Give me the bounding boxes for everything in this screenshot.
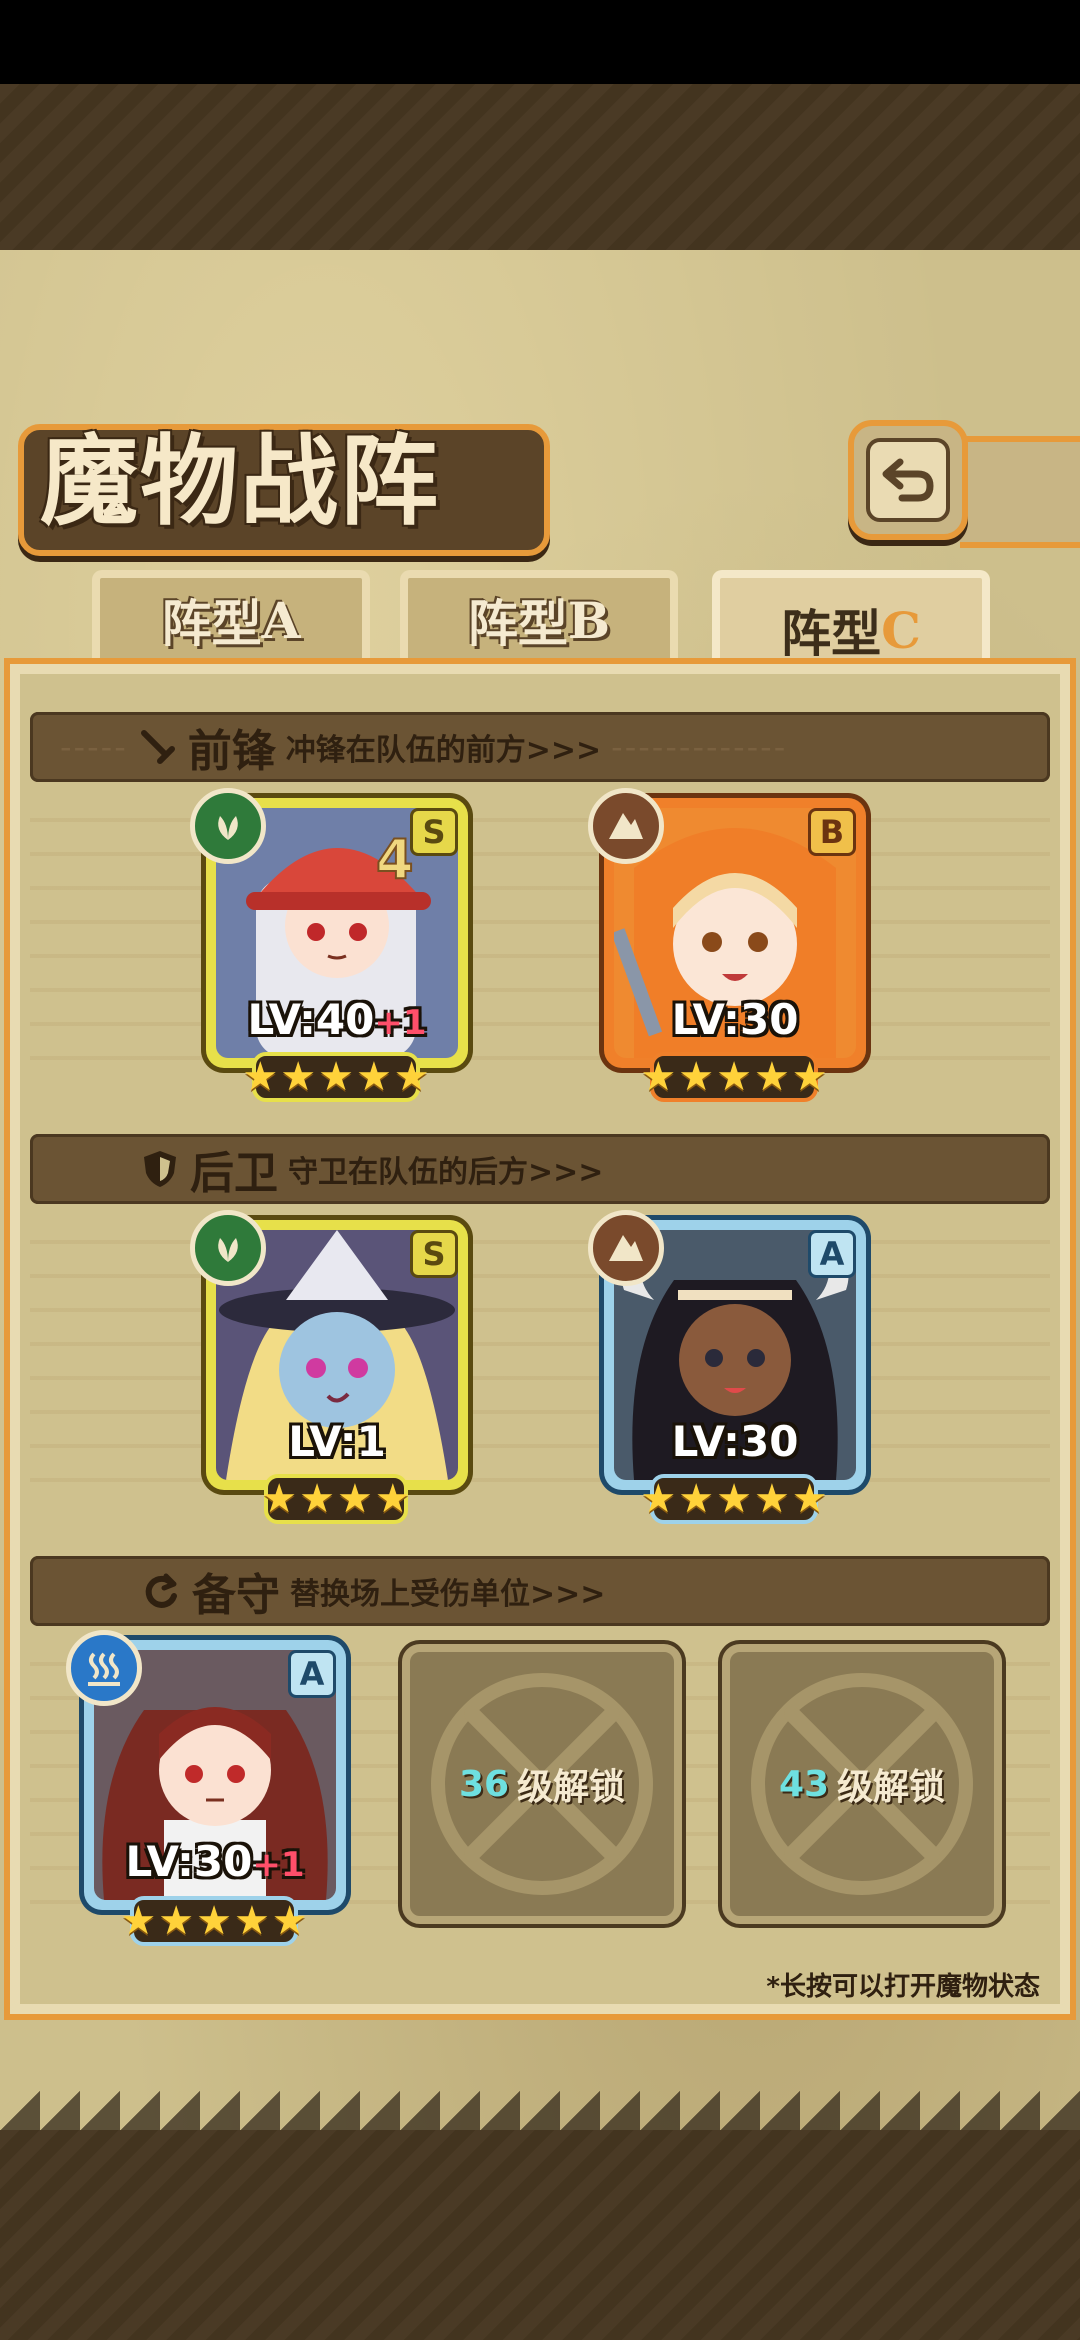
reserve-section-label: 备守 替换场上受伤单位>>> — [140, 1556, 605, 1626]
unit-level: LV:30 — [604, 995, 866, 1044]
star-icon: ★ — [753, 1054, 790, 1100]
star-icon: ★ — [678, 1054, 715, 1100]
level-value: LV:1 — [288, 1417, 386, 1466]
star-icon: ★ — [299, 1476, 335, 1522]
star-icon: ★ — [716, 1054, 752, 1100]
leaf-element-badge — [190, 788, 266, 864]
reserve-title: 备守 — [192, 1570, 280, 1621]
star-icon: ★ — [337, 1476, 373, 1522]
level-value: LV:40 — [247, 995, 375, 1044]
unit-level: LV:30 — [604, 1417, 866, 1466]
leaf-icon — [218, 816, 238, 840]
sword-icon — [140, 730, 175, 764]
tab-label: 阵型 — [467, 594, 568, 653]
star-icon: ★ — [271, 1898, 308, 1944]
unit-level: LV:30+1 — [84, 1837, 346, 1886]
star-icon: ★ — [640, 1054, 677, 1100]
star-rating: ★ ★ ★ ★ ★ — [640, 1474, 828, 1524]
locked-slot-2[interactable]: 43 级解锁 — [722, 1644, 1002, 1924]
leaf-element-badge — [190, 1210, 266, 1286]
background-bottom — [0, 2130, 1080, 2340]
star-icon: ★ — [158, 1898, 195, 1944]
star-icon: ★ — [791, 1476, 828, 1522]
status-bar — [0, 0, 1080, 84]
page-title: 魔物战阵 — [40, 424, 441, 539]
unlock-requirement: 43 级解锁 — [730, 1652, 994, 1916]
locked-slot-1[interactable]: 36 级解锁 — [402, 1644, 682, 1924]
star-icon: ★ — [716, 1476, 752, 1522]
star-rating: ★ ★ ★ ★ ★ — [640, 1052, 828, 1102]
level-value: LV:30 — [671, 995, 799, 1044]
back-button-extension — [960, 436, 1080, 548]
star-icon: ★ — [196, 1898, 232, 1944]
leaf-icon — [218, 1238, 238, 1262]
front-row-background — [30, 800, 1050, 1060]
unlock-label: 级解锁 — [517, 1767, 626, 1808]
tab-letter: C — [881, 600, 921, 660]
rank-badge: A — [288, 1650, 336, 1698]
tab-letter: B — [567, 590, 611, 650]
back-button[interactable] — [848, 420, 968, 540]
unit-level: LV:40+1 — [206, 995, 468, 1044]
star-icon: ★ — [678, 1476, 715, 1522]
unlock-level: 36 — [458, 1763, 510, 1805]
rank-badge: B — [808, 808, 856, 856]
swap-icon — [145, 1573, 177, 1608]
star-rating: ★ ★ ★ ★ — [261, 1474, 411, 1524]
rock-element-badge — [588, 788, 664, 864]
shield-icon — [144, 1151, 176, 1187]
star-rating: ★ ★ ★ ★ ★ — [242, 1052, 430, 1102]
star-icon: ★ — [393, 1054, 430, 1100]
divider-dashes: ------------- — [611, 728, 788, 766]
rank-badge: S — [410, 1230, 458, 1278]
return-arrow-icon — [882, 458, 934, 502]
rock-icon — [609, 813, 643, 839]
tab-formation-b[interactable]: 阵型 B — [400, 570, 678, 662]
front-title: 前锋 — [187, 726, 276, 777]
background-top — [0, 84, 1080, 254]
back-button-face — [866, 438, 950, 522]
level-bonus: +1 — [374, 1003, 427, 1043]
rear-row-background — [30, 1222, 1050, 1482]
rear-title: 后卫 — [190, 1148, 278, 1199]
rear-section-label: 后卫 守卫在队伍的后方>>> — [140, 1134, 603, 1204]
reserve-desc: 替换场上受伤单位>>> — [290, 1577, 606, 1612]
rock-element-badge — [588, 1210, 664, 1286]
tab-label: 阵型 — [161, 594, 262, 653]
unlock-requirement: 36 级解锁 — [410, 1652, 674, 1916]
water-icon — [88, 1652, 120, 1686]
star-icon: ★ — [318, 1054, 354, 1100]
star-rating: ★ ★ ★ ★ ★ — [120, 1896, 308, 1946]
rank-badge: S — [410, 808, 458, 856]
divider-dashes: ----- — [60, 728, 128, 766]
front-section-label: ----- 前锋 冲锋在队伍的前方>>> ------------- — [60, 712, 787, 782]
star-icon: ★ — [261, 1476, 298, 1522]
level-value: LV:30 — [125, 1837, 253, 1886]
star-icon: ★ — [791, 1054, 828, 1100]
star-icon: ★ — [374, 1476, 411, 1522]
front-desc: 冲锋在队伍的前方>>> — [285, 733, 602, 768]
water-element-badge — [66, 1630, 142, 1706]
unlock-level: 43 — [778, 1763, 830, 1805]
level-bonus: +1 — [252, 1845, 305, 1885]
star-icon: ★ — [280, 1054, 317, 1100]
star-icon: ★ — [355, 1054, 392, 1100]
star-icon: ★ — [233, 1898, 270, 1944]
tab-formation-a[interactable]: 阵型 A — [92, 570, 370, 662]
star-icon: ★ — [753, 1476, 790, 1522]
unit-level: LV:1 — [206, 1417, 468, 1466]
tab-letter: A — [261, 590, 301, 650]
rear-desc: 守卫在队伍的后方>>> — [288, 1155, 604, 1190]
svg-text:4: 4 — [376, 828, 414, 891]
tab-label: 阵型 — [781, 604, 882, 663]
long-press-hint: *长按可以打开魔物状态 — [766, 1972, 1040, 2002]
star-icon: ★ — [120, 1898, 157, 1944]
star-icon: ★ — [640, 1476, 677, 1522]
unlock-label: 级解锁 — [837, 1767, 946, 1808]
rank-badge: A — [808, 1230, 856, 1278]
rock-icon — [609, 1235, 643, 1261]
level-value: LV:30 — [671, 1417, 799, 1466]
star-icon: ★ — [242, 1054, 279, 1100]
